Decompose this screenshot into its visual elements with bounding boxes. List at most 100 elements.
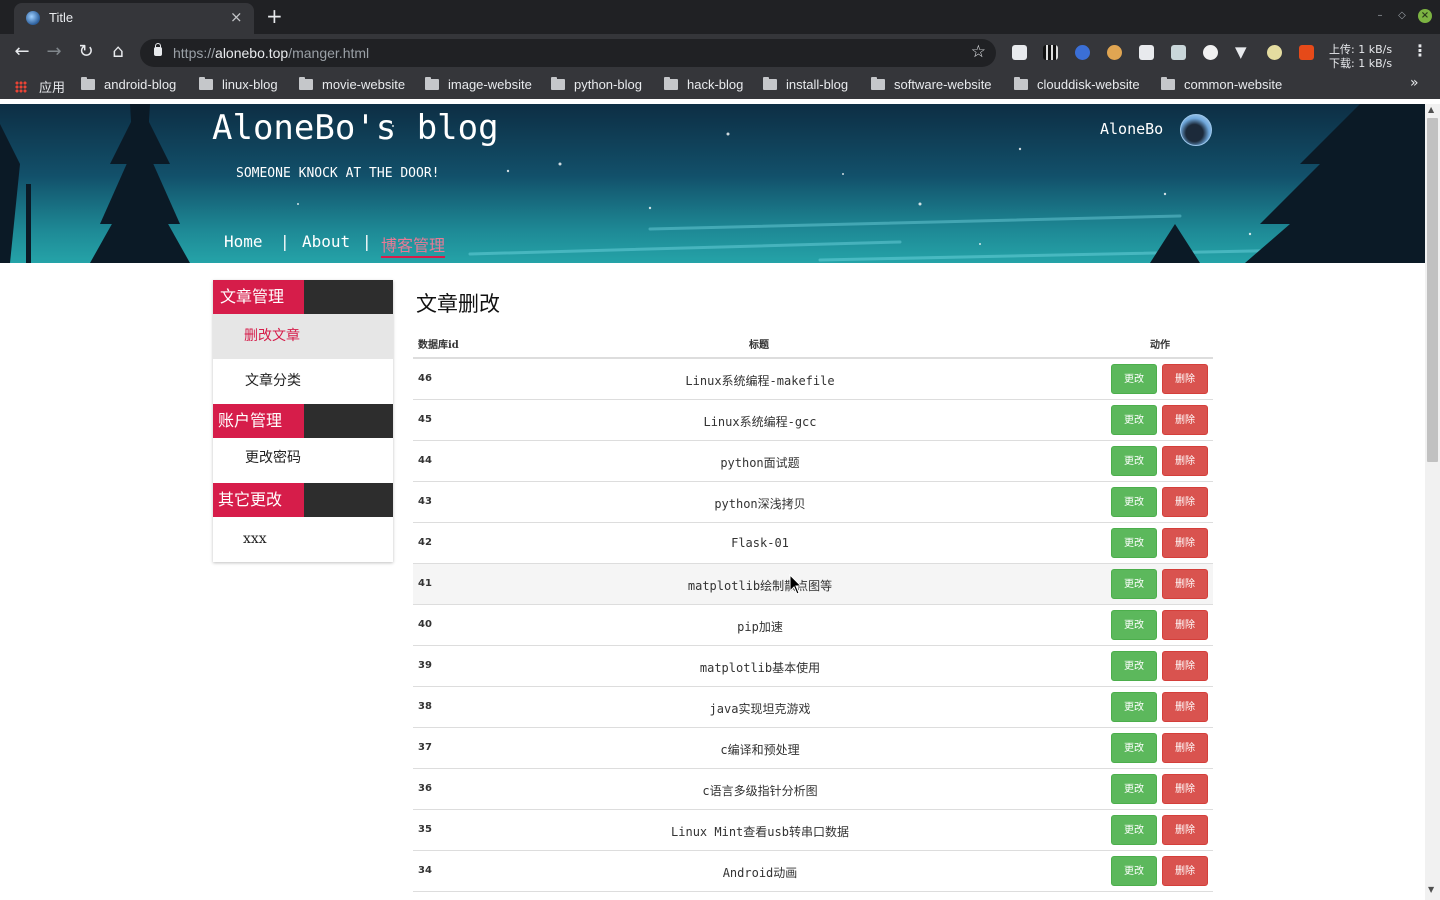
edit-button[interactable]: 更改 xyxy=(1111,651,1157,681)
favicon-icon xyxy=(26,11,40,25)
bookmark-star-icon[interactable]: ☆ xyxy=(971,42,986,62)
sidebar-item-xxx[interactable]: xxx xyxy=(213,517,393,562)
bookmark-movie-website[interactable]: movie-website xyxy=(299,77,405,92)
article-title[interactable]: Linux系统编程-gcc xyxy=(413,413,1107,430)
tab-close-icon[interactable]: × xyxy=(230,8,243,26)
avatar[interactable] xyxy=(1180,114,1212,146)
article-title[interactable]: matplotlib绘制散点图等 xyxy=(413,577,1107,594)
window-close-icon[interactable]: × xyxy=(1418,9,1432,23)
table-row: 41 matplotlib绘制散点图等 更改 删除 xyxy=(413,564,1213,605)
article-title[interactable]: java实现坦克游戏 xyxy=(413,700,1107,717)
edit-button[interactable]: 更改 xyxy=(1111,856,1157,886)
edit-button[interactable]: 更改 xyxy=(1111,692,1157,722)
edit-button[interactable]: 更改 xyxy=(1111,364,1157,394)
address-bar[interactable]: https://alonebo.top/manger.html ☆ xyxy=(140,39,996,67)
edit-button[interactable]: 更改 xyxy=(1111,815,1157,845)
article-title[interactable]: Linux系统编程-makefile xyxy=(413,372,1107,389)
table-row: 42 Flask-01 更改 删除 xyxy=(413,523,1213,564)
cookie-extension-icon[interactable] xyxy=(1107,45,1122,60)
image-extension-icon[interactable] xyxy=(1171,45,1186,60)
reload-icon[interactable]: ↻ xyxy=(73,40,99,64)
table-row: 46 Linux系统编程-makefile 更改 删除 xyxy=(413,359,1213,400)
home-icon[interactable]: ⌂ xyxy=(105,40,131,64)
user-name[interactable]: AloneBo xyxy=(1100,120,1163,138)
tab-strip: Title × + – ◇ × xyxy=(0,0,1440,34)
bookmark-common-website[interactable]: common-website xyxy=(1161,77,1282,92)
article-title[interactable]: pip加速 xyxy=(413,618,1107,635)
delete-button[interactable]: 删除 xyxy=(1162,651,1208,681)
bookmark-image-website[interactable]: image-website xyxy=(425,77,532,92)
forward-icon[interactable]: → xyxy=(41,40,67,64)
sidebar-item-edit-articles[interactable]: 删改文章 xyxy=(213,314,393,359)
back-icon[interactable]: ← xyxy=(9,40,35,64)
article-title[interactable]: Flask-01 xyxy=(413,536,1107,550)
page-scrollbar[interactable]: ▲ ▼ xyxy=(1425,104,1440,900)
circle-extension-icon[interactable] xyxy=(1203,45,1218,60)
delete-button[interactable]: 删除 xyxy=(1162,528,1208,558)
bookmark-apps[interactable]: 应用 xyxy=(15,77,65,96)
translate-extension-icon[interactable] xyxy=(1075,45,1090,60)
folder-icon xyxy=(425,77,439,90)
new-tab-button[interactable]: + xyxy=(266,4,283,28)
lock-icon[interactable] xyxy=(154,43,162,56)
delete-button[interactable]: 删除 xyxy=(1162,815,1208,845)
article-title[interactable]: Android动画 xyxy=(413,864,1107,881)
folder-icon xyxy=(763,77,777,90)
bookmark-software-website[interactable]: software-website xyxy=(871,77,992,92)
nav-home[interactable]: Home xyxy=(224,232,263,251)
delete-button[interactable]: 删除 xyxy=(1162,569,1208,599)
bookmark-clouddisk-website[interactable]: clouddisk-website xyxy=(1014,77,1140,92)
delete-button[interactable]: 删除 xyxy=(1162,446,1208,476)
edit-button[interactable]: 更改 xyxy=(1111,487,1157,517)
bookmark-install-blog[interactable]: install-blog xyxy=(763,77,848,92)
edit-button[interactable]: 更改 xyxy=(1111,528,1157,558)
edit-button[interactable]: 更改 xyxy=(1111,733,1157,763)
delete-button[interactable]: 删除 xyxy=(1162,856,1208,886)
extension-icon[interactable] xyxy=(1012,45,1027,60)
window-minimize-icon[interactable]: – xyxy=(1373,9,1387,23)
browser-menu-icon[interactable]: ⋮ xyxy=(1412,41,1428,60)
scroll-up-icon[interactable]: ▲ xyxy=(1428,105,1434,114)
edit-button[interactable]: 更改 xyxy=(1111,446,1157,476)
bookmarks-overflow-icon[interactable]: » xyxy=(1410,75,1419,91)
article-title[interactable]: c语言多级指针分析图 xyxy=(413,782,1107,799)
delete-button[interactable]: 删除 xyxy=(1162,692,1208,722)
sidebar-item-categories[interactable]: 文章分类 xyxy=(213,359,393,404)
article-title[interactable]: c编译和预处理 xyxy=(413,741,1107,758)
delete-button[interactable]: 删除 xyxy=(1162,774,1208,804)
edit-button[interactable]: 更改 xyxy=(1111,569,1157,599)
edit-button[interactable]: 更改 xyxy=(1111,610,1157,640)
delete-button[interactable]: 删除 xyxy=(1162,405,1208,435)
delete-button[interactable]: 删除 xyxy=(1162,364,1208,394)
article-title[interactable]: python深浅拷贝 xyxy=(413,495,1107,512)
article-title[interactable]: Linux Mint查看usb转串口数据 xyxy=(413,823,1107,840)
article-title[interactable]: matplotlib基本使用 xyxy=(413,659,1107,676)
scroll-down-icon[interactable]: ▼ xyxy=(1428,885,1434,894)
sidebar-item-change-password[interactable]: 更改密码 xyxy=(213,438,393,483)
scrollbar-thumb[interactable] xyxy=(1427,118,1438,462)
url-text[interactable]: https://alonebo.top/manger.html xyxy=(173,45,369,61)
office-extension-icon[interactable] xyxy=(1299,45,1314,60)
column-header-title: 标题 xyxy=(749,340,769,351)
glasses-extension-icon[interactable] xyxy=(1139,45,1154,60)
bookmark-python-blog[interactable]: python-blog xyxy=(551,77,642,92)
browser-tab[interactable]: Title × xyxy=(14,3,254,34)
bookmark-hack-blog[interactable]: hack-blog xyxy=(664,77,743,92)
window-maximize-icon[interactable]: ◇ xyxy=(1395,9,1409,23)
edit-button[interactable]: 更改 xyxy=(1111,405,1157,435)
qr-extension-icon[interactable] xyxy=(1043,45,1058,60)
edit-button[interactable]: 更改 xyxy=(1111,774,1157,804)
site-title[interactable]: AloneBo's blog xyxy=(212,108,499,148)
table-row: 38 java实现坦克游戏 更改 删除 xyxy=(413,687,1213,728)
nav-blog-manage[interactable]: 博客管理 xyxy=(381,232,446,258)
delete-button[interactable]: 删除 xyxy=(1162,487,1208,517)
bookmark-android-blog[interactable]: android-blog xyxy=(81,77,176,92)
yellow-extension-icon[interactable] xyxy=(1267,45,1282,60)
nav-about[interactable]: About xyxy=(302,232,350,251)
bookmark-linux-blog[interactable]: linux-blog xyxy=(199,77,278,92)
delete-button[interactable]: 删除 xyxy=(1162,610,1208,640)
delete-button[interactable]: 删除 xyxy=(1162,733,1208,763)
vue-extension-icon[interactable]: ▼ xyxy=(1235,45,1250,60)
table-row: 35 Linux Mint查看usb转串口数据 更改 删除 xyxy=(413,810,1213,851)
article-title[interactable]: python面试题 xyxy=(413,454,1107,471)
